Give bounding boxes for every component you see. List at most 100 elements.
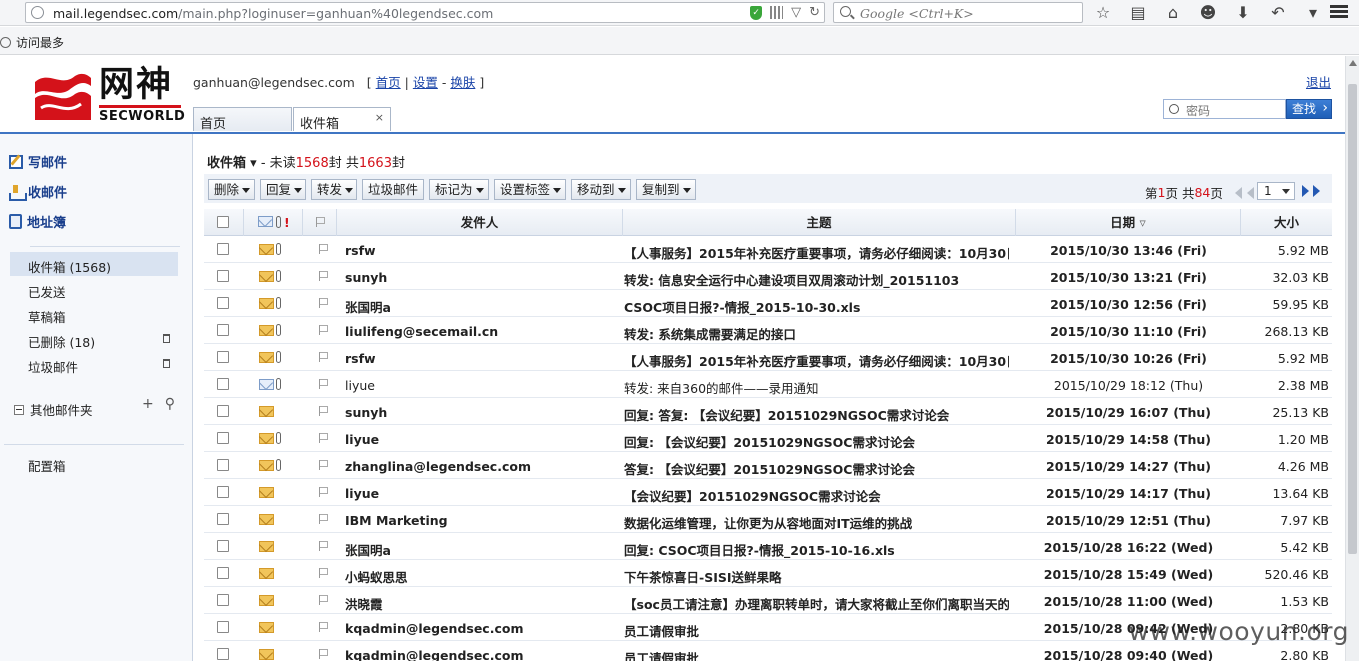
row-checkbox[interactable] [217,459,229,471]
row-subject[interactable]: 【人事服务】2015年补充医疗重要事项，请务必仔细阅读：10月30日… [624,243,1009,262]
back-icon[interactable]: ↶ [1267,2,1289,23]
column-size[interactable]: 大小 [1241,209,1332,236]
table-row[interactable]: liulifeng@secemail.cn 转发: 系统集成需要满足的接口 2015… [204,317,1332,344]
flag-icon[interactable] [319,379,328,389]
trash-icon[interactable] [163,334,170,343]
other-folders-toggle[interactable]: 其他邮件夹 [14,400,93,419]
move-to-button[interactable]: 移动到 [571,179,631,200]
qr-code-icon[interactable] [770,6,784,19]
row-subject[interactable]: 【soc员工请注意】办理离职转单时，请大家将截止至你们离职当天的… [624,594,1009,613]
row-checkbox[interactable] [217,378,229,390]
set-tag-button[interactable]: 设置标签 [494,179,566,200]
row-subject[interactable]: 转发: 系统集成需要满足的接口 [624,324,1009,343]
header-flag-cell[interactable] [303,209,337,236]
forward-button[interactable]: 转发 [311,179,357,200]
scrollbar[interactable] [1345,56,1359,661]
delete-button[interactable]: 删除 [208,179,255,200]
reload-icon[interactable]: ↻ [809,5,820,20]
row-subject[interactable]: 答复: 【会议纪要】20151029NGSOC需求讨论会 [624,459,1009,478]
row-subject[interactable]: 【人事服务】2015年补充医疗重要事项，请务必仔细阅读：10月30日… [624,351,1009,370]
flag-icon[interactable] [319,352,328,362]
receive-button[interactable]: 收邮件 [9,182,67,201]
collapse-icon[interactable] [14,404,24,415]
row-checkbox[interactable] [217,243,229,255]
folder-title[interactable]: 收件箱 [207,156,246,171]
header-status-cell[interactable]: ! [244,209,303,236]
flag-icon[interactable] [319,271,328,281]
tab-home[interactable]: 首页 [193,107,292,132]
flag-icon[interactable] [319,325,328,335]
row-checkbox[interactable] [217,648,229,660]
row-checkbox[interactable] [217,567,229,579]
table-row[interactable]: IBM Marketing 数据化运维管理，让你更为从容地面对IT运维的挑战 201… [204,506,1332,533]
next-page-icon[interactable] [1302,185,1309,197]
scrollbar-thumb[interactable] [1348,84,1357,554]
table-row[interactable]: liyue 回复: 【会议纪要】20151029NGSOC需求讨论会 2015/10… [204,425,1332,452]
row-checkbox[interactable] [217,621,229,633]
flag-icon[interactable] [319,406,328,416]
flag-icon[interactable] [319,595,328,605]
add-folder-icon[interactable]: + [142,396,154,412]
tab-inbox[interactable]: 收件箱 × [293,107,391,132]
logout-link[interactable]: 退出 [1306,72,1331,91]
flag-icon[interactable] [319,487,328,497]
folder-inbox[interactable]: 收件箱 (1568) [10,252,178,276]
table-row[interactable]: rsfw 【人事服务】2015年补充医疗重要事项，请务必仔细阅读：10月30日… 2… [204,236,1332,263]
row-checkbox[interactable] [217,270,229,282]
last-page-icon[interactable] [1313,185,1320,197]
flag-icon[interactable] [319,298,328,308]
table-row[interactable]: 小蚂蚁思思 下午茶惊喜日-SISI送鲜果略 2015/10/28 15:49 (We… [204,560,1332,587]
mark-as-button[interactable]: 标记为 [429,179,489,200]
flag-icon[interactable] [319,433,328,443]
url-bar[interactable]: mail.legendsec.com/main.php?loginuser=ga… [25,2,825,23]
junk-button[interactable]: 垃圾邮件 [362,179,424,200]
row-checkbox[interactable] [217,540,229,552]
download-icon[interactable]: ⬇ [1232,2,1254,23]
row-checkbox[interactable] [217,297,229,309]
chat-icon[interactable]: ☻ [1197,2,1219,23]
table-row[interactable]: 张国明a 回复: CSOC项目日报?-情报_2015-10-16.xls 2015/… [204,533,1332,560]
scroll-up-icon[interactable] [1349,60,1357,66]
skin-link[interactable]: 换肤 [450,75,475,90]
row-subject[interactable]: 回复: 答复: 【会议纪要】20151029NGSOC需求讨论会 [624,405,1009,424]
table-row[interactable]: liyue 【会议纪要】20151029NGSOC需求讨论会 2015/10/29 … [204,479,1332,506]
folder-drafts[interactable]: 草稿箱 [10,302,178,326]
row-subject[interactable]: 下午茶惊喜日-SISI送鲜果略 [624,567,1009,586]
folder-sent[interactable]: 已发送 [10,277,178,301]
shield-icon[interactable]: ✓ [750,5,763,20]
folder-deleted[interactable]: 已删除 (18) [10,327,178,351]
table-row[interactable]: 洪晓霞 【soc员工请注意】办理离职转单时，请大家将截止至你们离职当天的… 2015… [204,587,1332,614]
copy-to-button[interactable]: 复制到 [636,179,696,200]
row-checkbox[interactable] [217,594,229,606]
addressbook-button[interactable]: 地址簿 [9,212,66,231]
reply-button[interactable]: 回复 [260,179,306,200]
table-row[interactable]: liyue 转发: 来自360的邮件——录用通知 2015/10/29 18:12 … [204,371,1332,398]
flag-icon[interactable] [319,541,328,551]
row-checkbox[interactable] [217,513,229,525]
hamburger-menu-icon[interactable] [1324,4,1354,21]
table-row[interactable]: rsfw 【人事服务】2015年补充医疗重要事项，请务必仔细阅读：10月30日… 2… [204,344,1332,371]
folder-junk[interactable]: 垃圾邮件 [10,352,178,376]
prev-page-icon[interactable] [1246,186,1254,199]
row-subject[interactable]: 回复: 【会议纪要】20151029NGSOC需求讨论会 [624,432,1009,451]
find-button[interactable]: 查找 [1286,99,1332,119]
first-page-icon[interactable] [1234,186,1242,199]
home-icon[interactable]: ⌂ [1162,2,1184,23]
dropdown-arrow-icon[interactable]: ▽ [791,5,801,20]
pin-icon[interactable]: ⚲ [165,396,175,412]
bookmark-most-visited[interactable]: 访问最多 [0,34,64,51]
row-checkbox[interactable] [217,324,229,336]
chevron-down-icon[interactable]: ▾ [1302,2,1324,23]
browser-search-input[interactable]: Google <Ctrl+K> [833,2,1083,23]
chevron-down-icon[interactable]: ▾ [246,156,261,171]
column-sender[interactable]: 发件人 [337,209,623,236]
bookmark-star-icon[interactable]: ☆ [1092,2,1114,23]
row-checkbox[interactable] [217,351,229,363]
row-subject[interactable]: 员工请假审批 [624,648,1009,661]
row-subject[interactable]: 员工请假审批 [624,621,1009,640]
flag-icon[interactable] [319,622,328,632]
settings-link[interactable]: 设置 [413,75,438,90]
table-row[interactable]: sunyh 回复: 答复: 【会议纪要】20151029NGSOC需求讨论会 201… [204,398,1332,425]
row-subject[interactable]: CSOC项目日报?-情报_2015-10-30.xls [624,297,1009,316]
row-subject[interactable]: 转发: 信息安全运行中心建设项目双周滚动计划_20151103 [624,270,1009,289]
